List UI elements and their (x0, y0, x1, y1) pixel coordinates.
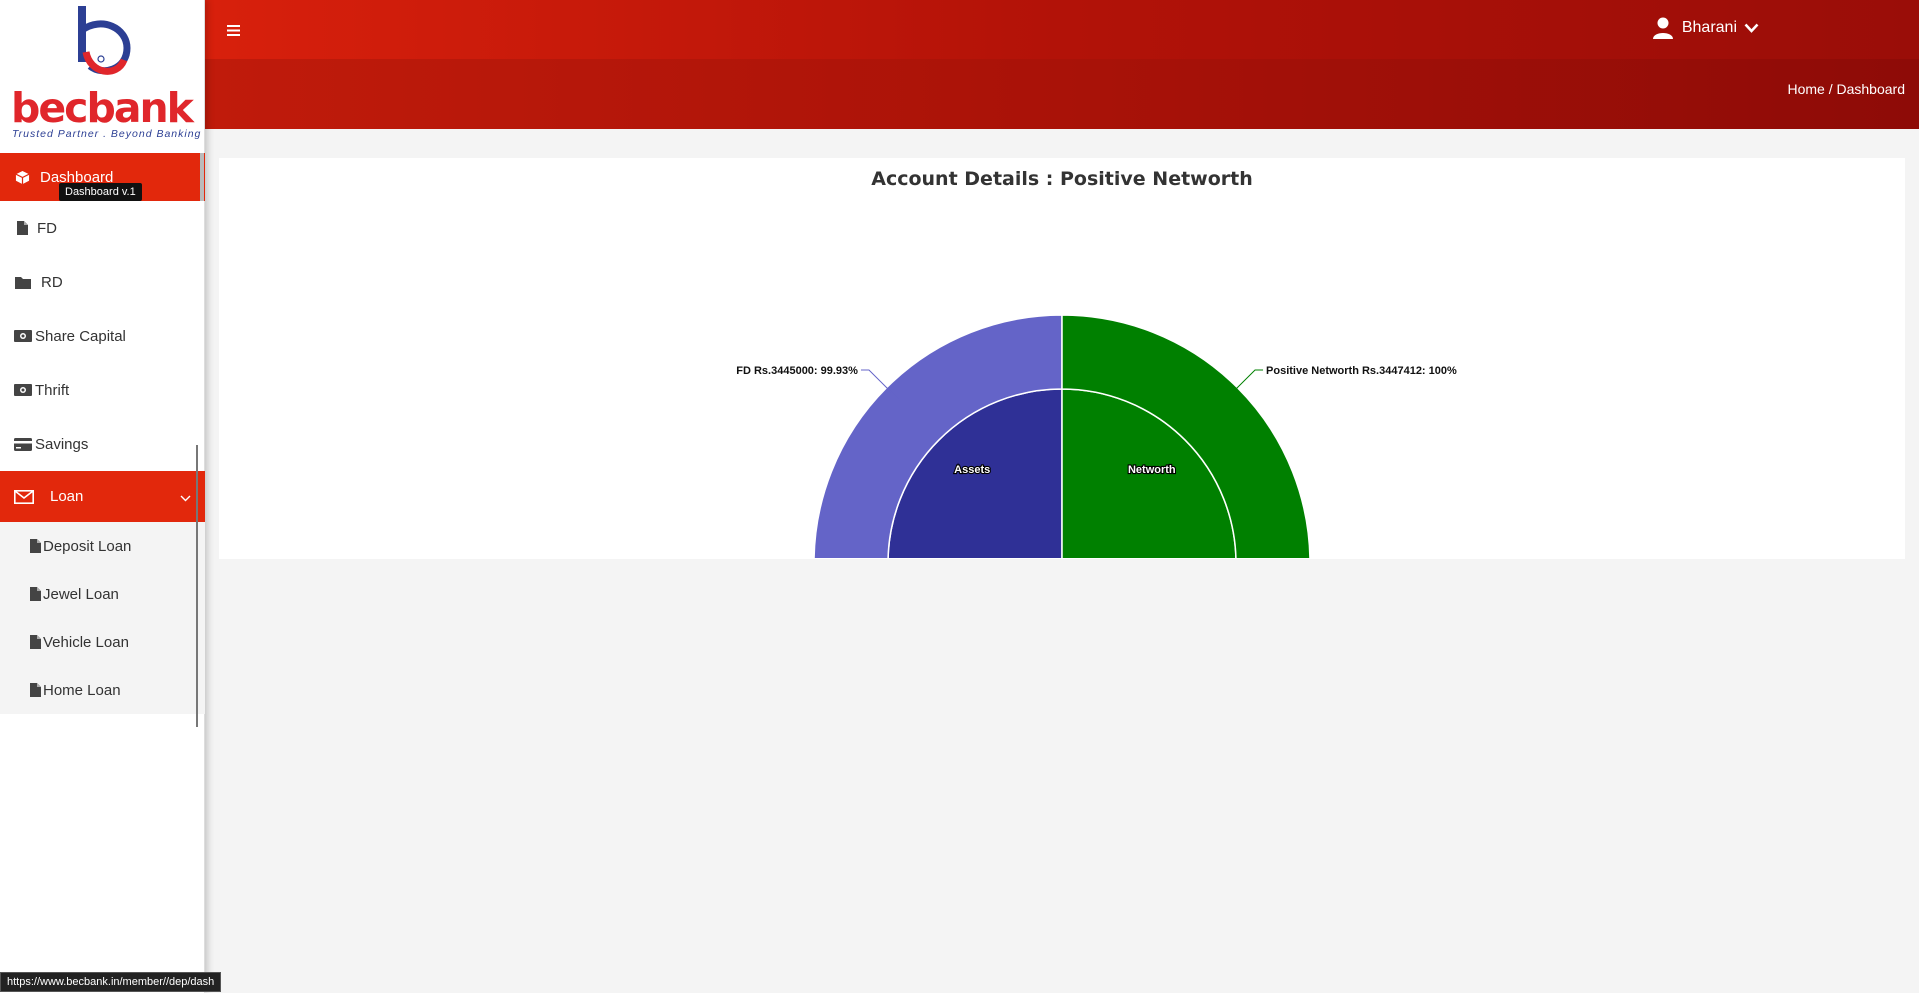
sidebar-scrollbar[interactable] (196, 445, 198, 727)
file-icon (30, 587, 41, 601)
sidebar-item-thrift[interactable]: Thrift (0, 363, 205, 417)
submenu-item-jewel-loan[interactable]: Jewel Loan (0, 570, 205, 618)
user-icon (1652, 17, 1673, 39)
chevron-down-icon (180, 489, 191, 506)
money-icon (14, 329, 32, 343)
user-menu[interactable]: Bharani (1652, 17, 1759, 39)
networth-chart: Assets Networth FD Rs.3445000: 99.93% Posit… (736, 314, 1457, 558)
sidebar-item-label: Thrift (35, 381, 70, 399)
sidebar-nav: Dashboard FD RD Share Capital Thrift Sav… (0, 153, 205, 714)
breadcrumb[interactable]: Home / Dashboard (1787, 81, 1905, 97)
file-icon (30, 683, 41, 697)
file-icon (30, 635, 41, 649)
top-navbar: Bharani (205, 0, 1919, 59)
submenu-item-home-loan[interactable]: Home Loan (0, 666, 205, 714)
logo-mark-icon (78, 6, 131, 75)
sidebar-scroll-indicator[interactable] (200, 153, 204, 201)
inner-ring-label-1: Networth (1128, 464, 1176, 476)
submenu-item-label: Vehicle Loan (43, 633, 129, 651)
browser-status-url: https://www.becbank.in/member//dep/dash (0, 972, 222, 992)
user-name: Bharani (1681, 19, 1737, 36)
inner-ring-label-0: Assets (954, 464, 990, 476)
envelope-icon (14, 489, 34, 504)
loan-submenu: Deposit Loan Jewel Loan Vehicle Loan Hom… (0, 522, 205, 714)
submenu-item-vehicle-loan[interactable]: Vehicle Loan (0, 618, 205, 666)
sidebar-item-rd[interactable]: RD (0, 255, 205, 309)
sidebar-item-share-capital[interactable]: Share Capital (0, 309, 205, 363)
sidebar-item-savings[interactable]: Savings (0, 417, 205, 471)
chevron-down-icon (1744, 23, 1759, 33)
sidebar-item-fd[interactable]: FD (0, 201, 205, 255)
brand-name: becbank (11, 84, 194, 132)
brand-name-part1: bec (11, 84, 88, 132)
brand-logo[interactable]: becbank Trusted Partner . Beyond Banking (0, 0, 205, 150)
cube-icon (14, 170, 30, 184)
submenu-item-label: Jewel Loan (43, 585, 119, 603)
page-header-bar: Home / Dashboard (205, 59, 1919, 129)
file-icon (14, 221, 30, 235)
credit-card-icon (14, 437, 32, 451)
sidebar-item-label: FD (37, 219, 57, 237)
outer-ring-label-1: Positive Networth Rs.3447412: 100% (1266, 365, 1457, 377)
sidebar-item-loan[interactable]: Loan (0, 471, 205, 522)
money-icon (14, 383, 32, 397)
sidebar-item-label: Loan (50, 488, 84, 505)
submenu-item-deposit-loan[interactable]: Deposit Loan (0, 522, 205, 570)
outer-ring-label-0: FD Rs.3445000: 99.93% (736, 365, 858, 377)
folder-icon (14, 275, 32, 289)
submenu-item-label: Deposit Loan (43, 537, 132, 555)
sidebar-item-label: RD (41, 273, 63, 291)
sidebar-item-label: Savings (35, 435, 89, 453)
file-icon (30, 539, 41, 553)
sidebar-item-label: Share Capital (35, 327, 126, 345)
brand-name-part2: bank (86, 84, 193, 132)
page-title: Account Details : Positive Networth (871, 168, 1253, 190)
dashboard-tooltip: Dashboard v.1 (59, 183, 142, 201)
sidebar: becbank Trusted Partner . Beyond Banking… (0, 0, 205, 993)
hamburger-menu-icon[interactable] (227, 20, 240, 41)
brand-tagline: Trusted Partner . Beyond Banking (12, 128, 202, 140)
account-details-panel: Account Details : Positive Networth Asse… (219, 158, 1905, 559)
submenu-item-label: Home Loan (43, 681, 121, 699)
